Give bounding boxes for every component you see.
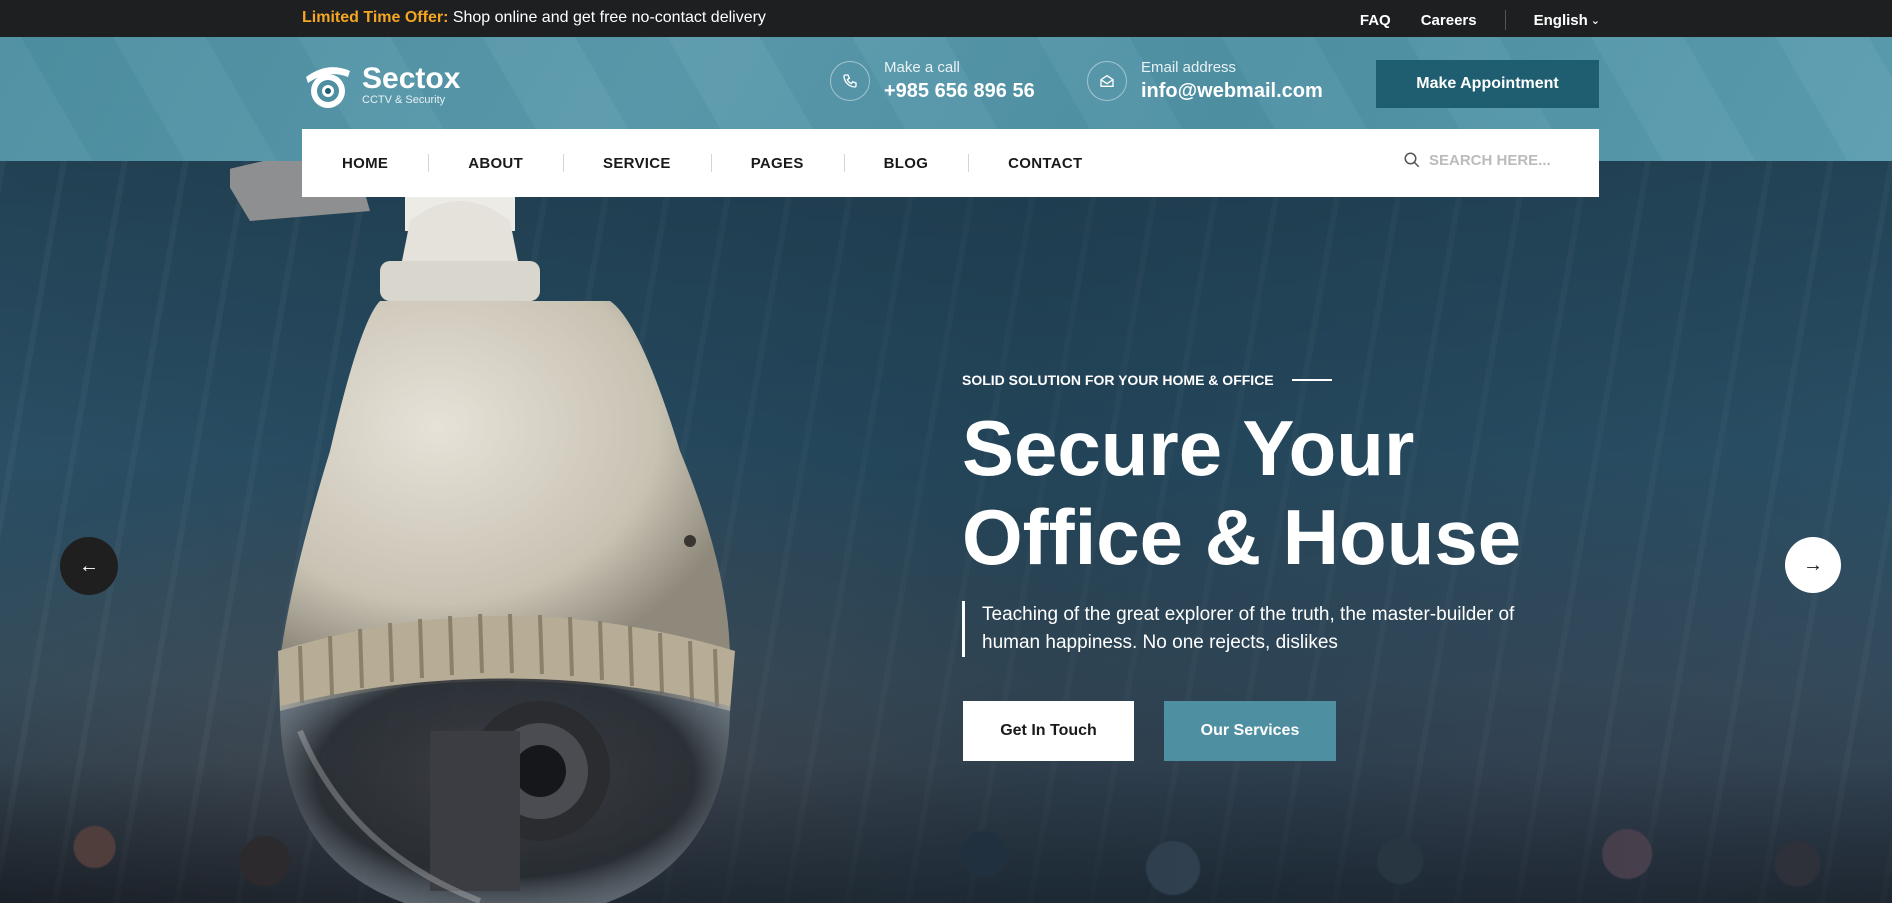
chevron-down-icon: ⌄ <box>1590 14 1600 27</box>
brand-tagline: CCTV & Security <box>362 93 446 106</box>
nav-pages[interactable]: PAGES <box>711 155 844 172</box>
language-label: English <box>1533 11 1588 29</box>
hero-headline: Secure Your Office & House <box>962 404 1662 582</box>
hero-description: Teaching of the great explorer of the tr… <box>962 601 1562 657</box>
arrow-left-icon: ← <box>79 554 99 577</box>
nav-blog[interactable]: BLOG <box>844 155 969 172</box>
nav-about[interactable]: ABOUT <box>428 155 563 172</box>
make-appointment-button[interactable]: Make Appointment <box>1376 60 1599 108</box>
faq-link[interactable]: FAQ <box>1360 12 1391 29</box>
top-links: FAQ Careers English ⌄ <box>1360 10 1600 30</box>
get-in-touch-button[interactable]: Get In Touch <box>963 701 1134 761</box>
search-input[interactable] <box>1429 151 1559 169</box>
promo-message: Shop online and get free no-contact deli… <box>448 9 766 26</box>
camera-logo-icon <box>306 67 350 108</box>
nav-home[interactable]: HOME <box>302 155 428 172</box>
slider-prev-button[interactable]: ← <box>60 537 118 595</box>
contact-email-label: Email address <box>1141 59 1237 76</box>
main-navigation: HOME ABOUT SERVICE PAGES BLOG CONTACT <box>302 129 1599 197</box>
search-box[interactable] <box>1403 151 1559 169</box>
promo-text: Limited Time Offer: Shop online and get … <box>302 9 766 27</box>
our-services-button[interactable]: Our Services <box>1164 701 1336 761</box>
arrow-right-icon: → <box>1803 553 1823 576</box>
nav-contact[interactable]: CONTACT <box>968 155 1122 172</box>
email-address[interactable]: info@webmail.com <box>1141 80 1323 103</box>
phone-number[interactable]: +985 656 896 56 <box>884 80 1035 103</box>
hero-headline-line1: Secure Your <box>962 404 1415 492</box>
phone-icon <box>830 61 870 101</box>
contact-email[interactable]: Email address info@webmail.com <box>1087 59 1323 103</box>
envelope-icon <box>1087 61 1127 101</box>
hero-eyebrow-text: SOLID SOLUTION FOR YOUR HOME & OFFICE <box>962 372 1274 388</box>
divider <box>1504 10 1506 30</box>
hero-eyebrow: SOLID SOLUTION FOR YOUR HOME & OFFICE <box>962 372 1332 388</box>
contact-call-label: Make a call <box>884 59 960 76</box>
brand-logo[interactable]: Sectox CCTV & Security <box>302 59 460 111</box>
eyebrow-line <box>1291 379 1332 381</box>
hero-headline-line2: Office & House <box>962 493 1522 581</box>
promo-highlight: Limited Time Offer: <box>302 9 449 26</box>
nav-service[interactable]: SERVICE <box>563 155 711 172</box>
slider-next-button[interactable]: → <box>1785 537 1841 593</box>
language-selector[interactable]: English ⌄ <box>1534 12 1600 29</box>
brand-name: Sectox <box>362 61 461 95</box>
top-bar: Limited Time Offer: Shop online and get … <box>0 0 1892 37</box>
security-camera-image <box>230 161 735 903</box>
contact-call[interactable]: Make a call +985 656 896 56 <box>830 59 1035 103</box>
careers-link[interactable]: Careers <box>1421 12 1477 29</box>
search-icon <box>1404 152 1420 168</box>
